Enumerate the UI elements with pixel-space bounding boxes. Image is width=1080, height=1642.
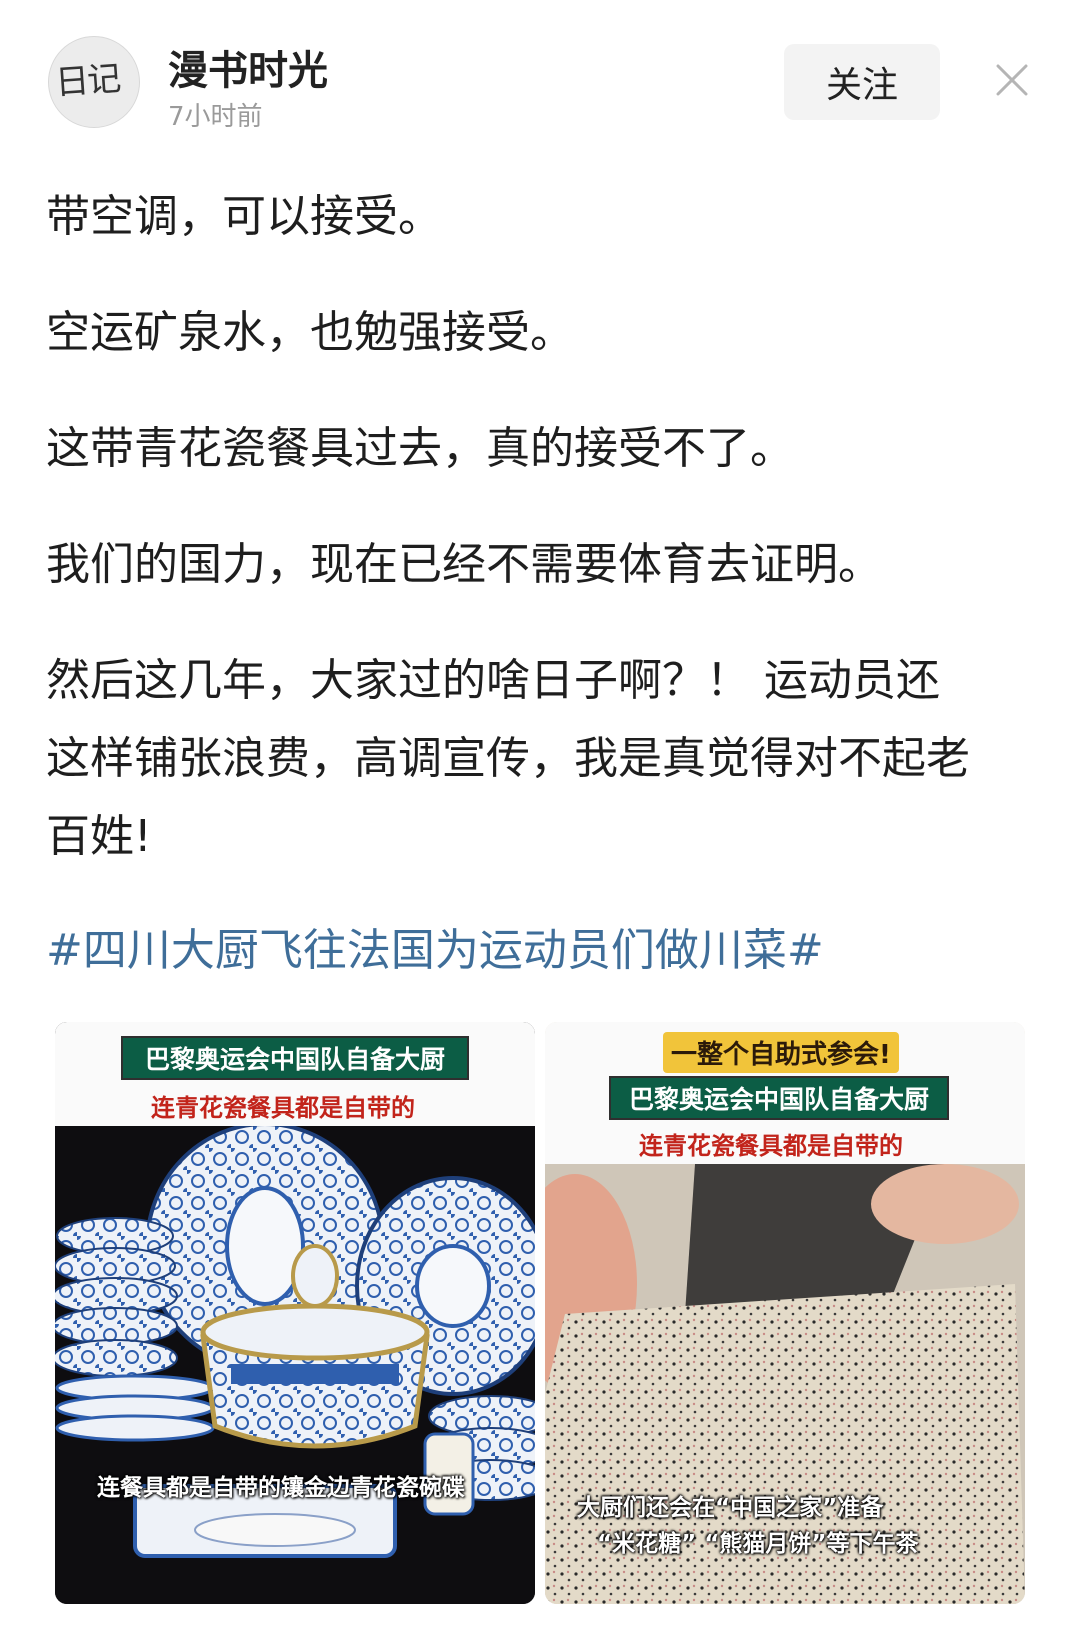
image-title: 巴黎奥运会中国队自备大厨	[609, 1076, 949, 1120]
post-paragraph: 空运矿泉水，也勉强接受。	[46, 307, 574, 358]
post-paragraph: 这带青花瓷餐具过去，真的接受不了。	[46, 423, 794, 474]
author-name[interactable]: 漫书时光	[168, 38, 328, 96]
image-title: 巴黎奥运会中国队自备大厨	[121, 1036, 469, 1080]
image-subtitle: 连青花瓷餐具都是自带的	[639, 1132, 903, 1160]
image-subtitle: 连青花瓷餐具都是自带的	[151, 1094, 415, 1122]
avatar-handwriting: 日记	[53, 58, 121, 104]
close-icon[interactable]	[992, 60, 1032, 100]
hashtag-link[interactable]: #四川大厨飞往法国为运动员们做川菜#	[46, 918, 824, 984]
chef-image[interactable]: 一整个自助式参会! 巴黎奥运会中国队自备大厨 连青花瓷餐具都是自带的 大厨们还会…	[545, 1022, 1025, 1604]
post-paragraph: 带空调，可以接受。	[46, 191, 442, 242]
post-time: 7小时前	[168, 102, 263, 132]
porcelain-scene	[55, 1126, 535, 1604]
image-grid: 巴黎奥运会中国队自备大厨 连青花瓷餐具都是自带的 连餐具都是自带的镶金边青花瓷碗…	[55, 1022, 1025, 1604]
image-caption: “米花糖” “熊猫月饼”等下午茶	[597, 1531, 919, 1557]
image-caption: 连餐具都是自带的镶金边青花瓷碗碟	[97, 1475, 465, 1501]
post-body: 带空调，可以接受。 空运矿泉水，也勉强接受。 这带青花瓷餐具过去，真的接受不了。…	[46, 178, 1036, 914]
post-header: 日记 漫书时光 7小时前 关注	[0, 0, 1080, 140]
avatar[interactable]: 日记	[48, 36, 140, 128]
porcelain-image[interactable]: 巴黎奥运会中国队自备大厨 连青花瓷餐具都是自带的 连餐具都是自带的镶金边青花瓷碗…	[55, 1022, 535, 1604]
post-paragraph: 我们的国力，现在已经不需要体育去证明。	[46, 539, 882, 590]
image-top-banner: 一整个自助式参会!	[663, 1032, 899, 1073]
follow-button[interactable]: 关注	[784, 44, 940, 120]
image-caption: 大厨们还会在“中国之家”准备	[577, 1495, 884, 1521]
post-paragraph: 然后这几年，大家过的啥日子啊？！ 运动员还这样铺张浪费，高调宣传，我是真觉得对不…	[46, 655, 970, 862]
